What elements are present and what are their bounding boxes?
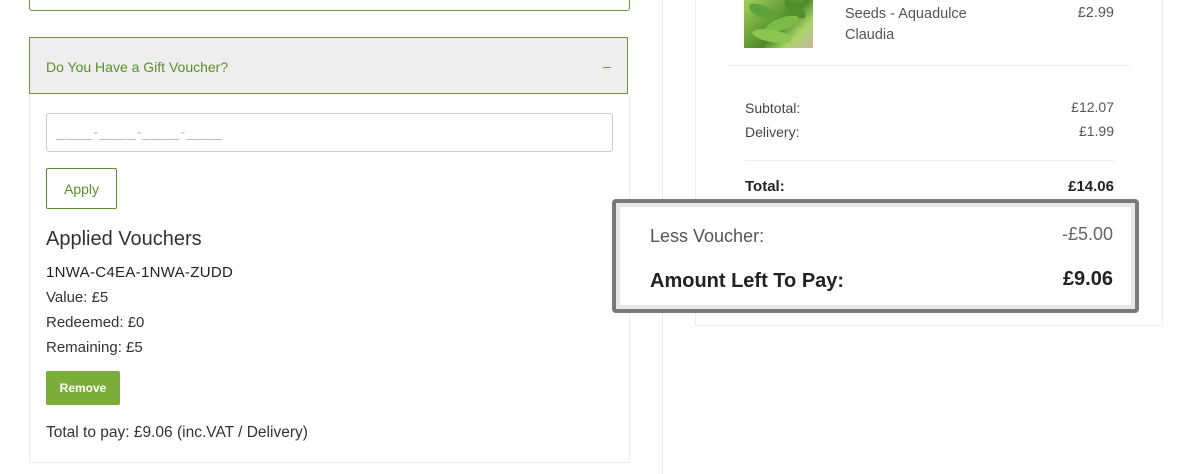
broad-bean-product-image xyxy=(744,0,813,48)
amount-left-value: £9.06 xyxy=(1062,268,1113,290)
product-name-line1: Seeds - Aquadulce xyxy=(845,6,967,22)
applied-vouchers-heading: Applied Vouchers xyxy=(46,228,202,250)
total-value: £14.06 xyxy=(1068,178,1114,195)
voucher-redeemed: Redeemed: £0 xyxy=(46,314,145,331)
total-to-pay-text: Total to pay: £9.06 (inc.VAT / Delivery) xyxy=(46,424,308,441)
summary-divider xyxy=(728,65,1130,66)
delivery-value: £1.99 xyxy=(1078,123,1114,139)
product-name[interactable]: Seeds - Aquadulce Claudia xyxy=(845,4,967,46)
voucher-value: Value: £5 xyxy=(46,289,109,306)
delivery-label: Delivery: xyxy=(745,124,800,140)
totals-divider xyxy=(745,160,1114,161)
gift-voucher-title: Do You Have a Gift Voucher? xyxy=(46,59,229,75)
voucher-summary-box: Less Voucher: -£5.00 Amount Left To Pay:… xyxy=(620,207,1131,305)
collapse-icon[interactable]: – xyxy=(603,58,611,74)
gift-voucher-accordion-header[interactable]: Do You Have a Gift Voucher? – xyxy=(29,37,628,94)
remove-voucher-button[interactable]: Remove xyxy=(46,371,120,405)
voucher-summary-highlight: Less Voucher: -£5.00 Amount Left To Pay:… xyxy=(612,199,1139,313)
voucher-code: 1NWA-C4EA-1NWA-ZUDD xyxy=(46,264,234,281)
subtotal-label: Subtotal: xyxy=(745,100,801,116)
amount-left-label: Amount Left To Pay: xyxy=(650,270,845,292)
subtotal-value: £12.07 xyxy=(1071,99,1114,115)
product-name-line2: Claudia xyxy=(845,27,895,43)
voucher-remaining: Remaining: £5 xyxy=(46,339,143,356)
apply-voucher-button[interactable]: Apply xyxy=(46,168,117,209)
previous-accordion-panel xyxy=(29,0,630,11)
total-label: Total: xyxy=(745,178,785,195)
product-price: £2.99 xyxy=(1077,5,1114,21)
less-voucher-value: -£5.00 xyxy=(1061,224,1113,244)
less-voucher-label: Less Voucher: xyxy=(650,226,765,246)
voucher-code-input[interactable] xyxy=(46,113,613,152)
